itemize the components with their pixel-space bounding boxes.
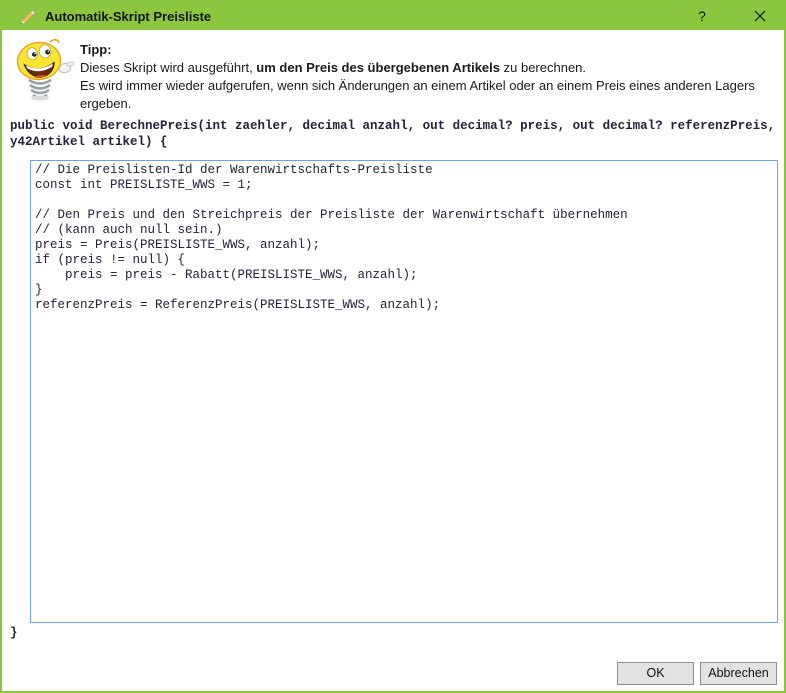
closing-brace: } bbox=[10, 626, 18, 640]
tip-heading: Tipp: bbox=[80, 41, 778, 59]
ok-button[interactable]: OK bbox=[617, 662, 694, 685]
window-title: Automatik-Skript Preisliste bbox=[45, 9, 211, 24]
script-editor[interactable]: // Die Preislisten-Id der Warenwirtschaf… bbox=[30, 160, 778, 623]
close-button[interactable] bbox=[738, 2, 782, 30]
pencil-icon bbox=[18, 7, 36, 25]
smiley-on-spring-icon bbox=[12, 38, 76, 102]
tip-line-1: Dieses Skript wird ausgeführt, um den Pr… bbox=[80, 59, 778, 77]
cancel-button[interactable]: Abbrechen bbox=[700, 662, 777, 685]
method-signature: public void BerechnePreis(int zaehler, d… bbox=[10, 119, 775, 150]
x-mark-icon bbox=[754, 10, 766, 22]
script-editor-content[interactable]: // Die Preislisten-Id der Warenwirtschaf… bbox=[31, 161, 777, 315]
tip-line-2: Es wird immer wieder aufgerufen, wenn si… bbox=[80, 77, 778, 113]
help-button[interactable]: ? bbox=[680, 2, 724, 30]
question-mark-icon: ? bbox=[698, 8, 706, 24]
tip-text: Tipp: Dieses Skript wird ausgeführt, um … bbox=[80, 38, 778, 113]
title-bar: Automatik-Skript Preisliste ? bbox=[2, 2, 784, 30]
tip-banner: Tipp: Dieses Skript wird ausgeführt, um … bbox=[12, 38, 778, 113]
dialog-window: Automatik-Skript Preisliste ? bbox=[0, 0, 786, 693]
